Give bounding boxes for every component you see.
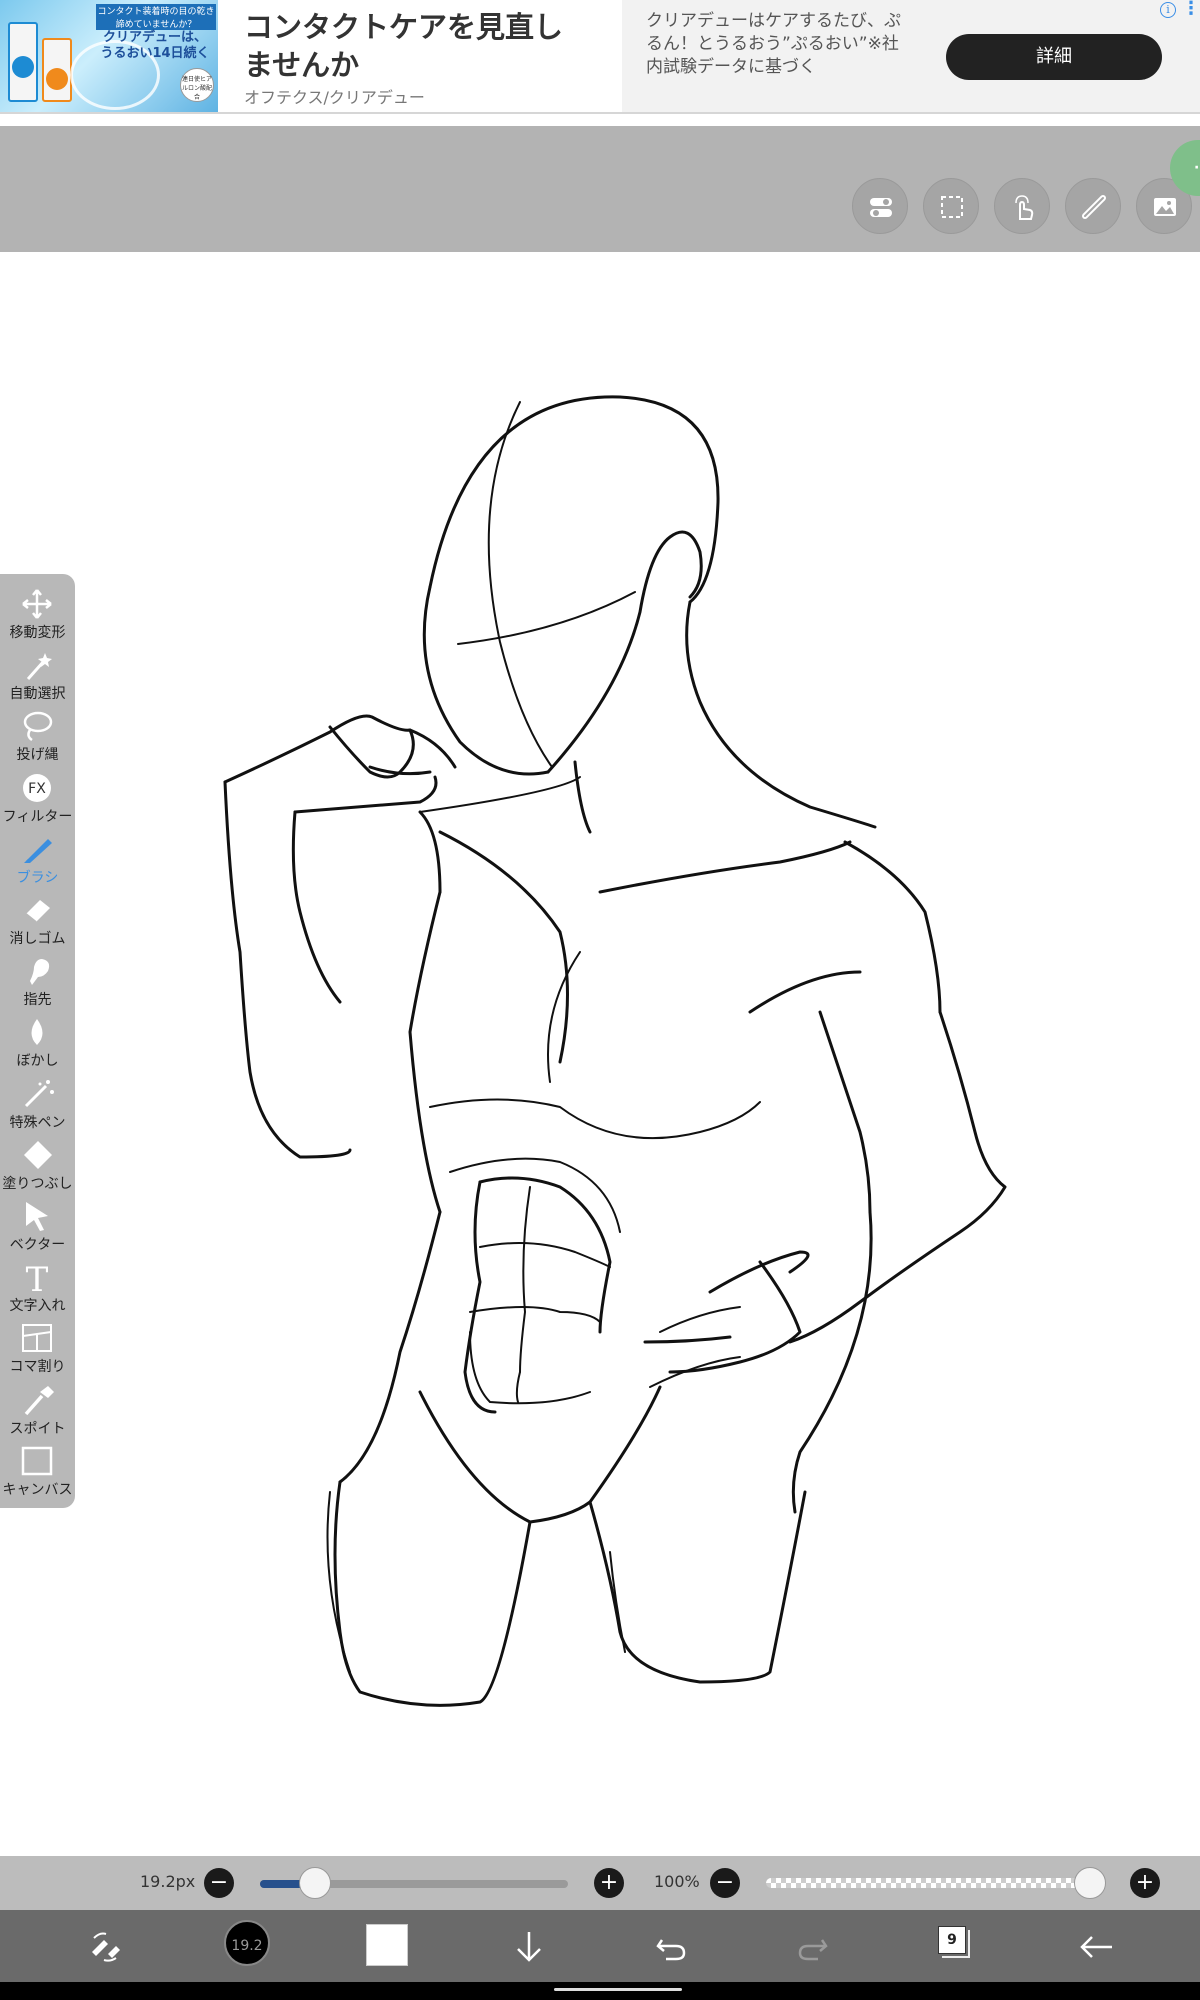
ad-info-icon[interactable]: i	[1160, 2, 1176, 18]
product-dot-orange	[46, 68, 68, 90]
vector-cursor-icon	[18, 1200, 56, 1232]
tool-label: キャンバス	[2, 1481, 73, 1498]
ad-image-caption: コンタクト装着時の目の乾き諦めていませんか？	[96, 4, 216, 30]
tool-label: 移動変形	[9, 625, 66, 641]
ad-advertiser: オフテクス/クリアデュー	[244, 88, 425, 107]
tool-label: 指先	[23, 992, 52, 1009]
pen-eraser-switch-button[interactable]	[80, 1922, 130, 1972]
download-button[interactable]	[504, 1922, 554, 1972]
tool-eraser[interactable]: 消しゴム	[0, 892, 75, 953]
tool-brush[interactable]: ブラシ	[0, 831, 75, 892]
image-icon	[1154, 198, 1176, 216]
ruler-icon	[1082, 195, 1106, 219]
special-pen-icon	[18, 1078, 56, 1110]
tool-move[interactable]: 移動変形	[0, 586, 75, 647]
tool-label: 投げ縄	[16, 747, 59, 764]
ad-image[interactable]: コンタクト装着時の目の乾き諦めていませんか？ クリアデューは、うるおい14日続く…	[0, 0, 218, 112]
tool-label: フィルター	[2, 808, 73, 825]
touch-button[interactable]	[994, 178, 1050, 234]
fx-icon: FX	[18, 772, 56, 804]
brush-icon	[18, 833, 56, 865]
top-toolbar	[0, 126, 1200, 252]
undo-button[interactable]	[646, 1922, 696, 1972]
opacity-value: 100%	[654, 1872, 700, 1891]
size-decrease-button[interactable]: −	[204, 1868, 234, 1898]
color-swatch-button[interactable]	[366, 1924, 408, 1966]
tool-label: 自動選択	[9, 686, 66, 703]
undo-icon	[656, 1939, 686, 1961]
brush-size-label: 19.2	[231, 1938, 263, 1954]
lasso-icon	[18, 710, 56, 742]
arrow-down-icon	[517, 1932, 541, 1962]
eraser-icon	[18, 894, 56, 926]
tool-text[interactable]: T 文字入れ	[0, 1259, 75, 1320]
home-indicator[interactable]	[554, 1988, 682, 1991]
canvas-icon	[18, 1445, 56, 1477]
arrow-left-icon	[1080, 1936, 1112, 1958]
tool-eyedropper[interactable]: スポイト	[0, 1382, 75, 1443]
brush-size-value: 19.2px	[140, 1872, 196, 1891]
tool-special-pen[interactable]: 特殊ペン	[0, 1076, 75, 1137]
ad-headline[interactable]: コンタクトケアを見直しませんか	[244, 8, 584, 84]
tool-label: ベクター	[9, 1237, 66, 1253]
ad-description: クリアデューはケアするたび、ぷるん！とうるおう”ぷるおい”※社内試験データに基づ…	[646, 11, 901, 77]
size-increase-button[interactable]: +	[594, 1868, 624, 1898]
ad-detail-button[interactable]: 詳細	[946, 34, 1162, 80]
opacity-slider-handle[interactable]	[1074, 1867, 1106, 1899]
tool-lasso[interactable]: 投げ縄	[0, 708, 75, 769]
tool-canvas[interactable]: キャンバス	[0, 1443, 75, 1504]
tool-label: ブラシ	[16, 869, 59, 886]
opacity-slider-track[interactable]	[766, 1878, 1100, 1888]
text-icon: T	[18, 1260, 56, 1300]
tool-label: ぼかし	[16, 1053, 59, 1070]
tool-label: スポイト	[9, 1420, 66, 1437]
redo-icon	[798, 1939, 828, 1961]
paint-app: コンタクト装着時の目の乾き諦めていませんか？ クリアデューは、うるおい14日続く…	[0, 0, 1200, 2000]
frame-divide-icon	[18, 1322, 56, 1354]
slider-bar: 19.2px − + 100% − +	[0, 1856, 1200, 1910]
tool-magic-wand[interactable]: 自動選択	[0, 647, 75, 708]
opacity-increase-button[interactable]: +	[1130, 1868, 1160, 1898]
fill-bucket-icon	[18, 1139, 56, 1171]
smudge-icon	[18, 955, 56, 987]
tool-label: 消しゴム	[9, 931, 66, 947]
svg-text:T: T	[26, 1261, 49, 1293]
tool-fx[interactable]: FX フィルター	[0, 770, 75, 831]
ad-image-title: クリアデューは、うるおい14日続く	[100, 30, 210, 61]
redo-button[interactable]	[788, 1922, 838, 1972]
drawing-canvas[interactable]	[0, 252, 1200, 1856]
ruler-button[interactable]	[1065, 178, 1121, 234]
tool-smudge[interactable]: 指先	[0, 953, 75, 1014]
size-slider-handle[interactable]	[299, 1867, 332, 1899]
toggle-icon	[870, 198, 892, 217]
opacity-decrease-button[interactable]: −	[710, 1868, 740, 1898]
back-button[interactable]	[1072, 1922, 1122, 1972]
tool-label: 特殊ペン	[9, 1114, 66, 1131]
tool-blur-drop[interactable]: ぼかし	[0, 1014, 75, 1075]
product-dot-blue	[12, 56, 34, 78]
ad-more-icon[interactable]: ⋮	[1182, 0, 1200, 20]
tool-fill-bucket[interactable]: 塗りつぶし	[0, 1137, 75, 1198]
svg-text:FX: FX	[28, 781, 46, 797]
layers-button[interactable]: 9	[938, 1926, 966, 1954]
system-nav-bar	[0, 1982, 1200, 2000]
selection-button[interactable]	[923, 178, 979, 234]
eyedropper-icon	[18, 1384, 56, 1416]
blur-drop-icon	[18, 1016, 56, 1048]
tool-label: コマ割り	[9, 1359, 66, 1376]
ad-banner[interactable]: コンタクト装着時の目の乾き諦めていませんか？ クリアデューは、うるおい14日続く…	[0, 0, 1200, 114]
tool-label: 塗りつぶし	[2, 1175, 73, 1192]
ad-image-badge: 連日使ヒアルロン酸配合	[180, 68, 214, 102]
selection-icon	[941, 196, 963, 218]
touch-icon	[1015, 195, 1034, 220]
sketch-artwork	[223, 395, 1007, 1707]
bottom-toolbar: 19.2 9	[0, 1910, 1200, 1982]
tool-label: 文字入れ	[9, 1298, 66, 1315]
pen-eraser-switch-icon	[92, 1932, 120, 1962]
move-icon	[18, 588, 56, 620]
toggle-button[interactable]	[852, 178, 908, 234]
magic-wand-icon	[18, 649, 56, 681]
tool-vector-cursor[interactable]: ベクター	[0, 1198, 75, 1259]
tool-frame-divide[interactable]: コマ割り	[0, 1320, 75, 1381]
